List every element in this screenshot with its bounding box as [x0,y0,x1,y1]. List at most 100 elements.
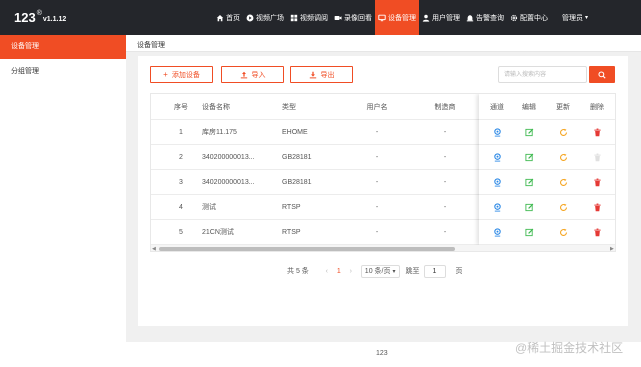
add-device-label: 添加设备 [171,71,200,79]
edit-button[interactable] [517,220,541,244]
channel-button[interactable] [485,220,509,244]
delete-button [585,145,609,169]
nav-item-alarm-query[interactable]: 告警查询 [463,0,507,35]
delete-button[interactable] [585,195,609,219]
update-button[interactable] [551,220,575,244]
cell-type: GB28181 [282,178,312,186]
edit-icon [524,153,533,161]
cell-name: 测试 [202,204,216,211]
update-button[interactable] [551,120,575,144]
cell-manufacturer: - [443,228,447,236]
col-edit-header: 编辑 [522,103,536,111]
col-username-header: 用户名 [366,103,388,111]
nav-item-video-square[interactable]: 视频广场 [243,0,287,35]
cell-manufacturer: - [443,203,447,211]
camera-icon [334,15,342,20]
plus-icon: + [163,69,168,79]
sidebar: 设备管理 分组管理 [0,35,126,367]
add-device-button[interactable]: + 添加设备 [150,66,213,83]
ops-row [479,170,615,195]
page-title: 设备管理 [137,42,165,49]
edit-button[interactable] [517,195,541,219]
export-label: 导出 [320,71,335,79]
refresh-icon [559,228,567,236]
nav-item-user-management[interactable]: 用户管理 [419,0,463,35]
cell-type: EHOME [282,128,308,136]
edit-icon [524,178,533,186]
cell-username: - [375,228,379,236]
channel-button[interactable] [485,120,509,144]
jump-page-input[interactable] [423,264,446,278]
edit-button[interactable] [517,145,541,169]
refresh-icon [559,178,567,186]
update-button[interactable] [551,195,575,219]
cell-username: - [375,128,379,136]
update-button[interactable] [551,145,575,169]
search-input[interactable] [498,66,587,83]
device-list-card: + 添加设备 导入 导出 序号 设备名称 类型 用户名 制造商 1库房11.17… [138,56,628,326]
sidebar-item-group-management[interactable]: 分组管理 [0,60,126,84]
cell-username: - [375,178,379,186]
footer-text: 123 [376,350,388,357]
device-icon [378,14,386,21]
breadcrumb: 设备管理 [126,35,641,52]
edit-icon [524,228,533,236]
edit-button[interactable] [517,170,541,194]
page-number[interactable]: 1 [333,268,345,275]
channel-button[interactable] [485,195,509,219]
cell-manufacturer: - [443,178,447,186]
page-size-select[interactable]: 10 条/页 ▾ [360,264,400,278]
app-logo[interactable]: 123 ® v1.1.12 [14,9,66,27]
ops-row [479,120,615,145]
edit-icon [524,203,533,211]
alarm-icon [466,14,474,21]
col-channel-header: 通道 [490,103,504,111]
nav-item-playback[interactable]: 录像回看 [331,0,375,35]
horizontal-scrollbar[interactable]: ◀ ▶ [151,245,615,251]
trash-icon [593,153,601,161]
scroll-thumb[interactable] [159,247,455,251]
col-type-header: 类型 [282,103,296,111]
page-unit-label: 页 [455,268,463,275]
scroll-right-icon[interactable]: ▶ [610,246,614,251]
nav-item-config-center[interactable]: 配置中心 [507,0,551,35]
cell-manufacturer: - [443,128,447,136]
location-icon [493,127,501,137]
delete-button[interactable] [585,220,609,244]
location-icon [493,177,501,187]
nav-item-video-browse[interactable]: 视频调阅 [287,0,331,35]
channel-button[interactable] [485,145,509,169]
update-button[interactable] [551,170,575,194]
prev-page-icon[interactable]: ‹ [321,268,333,275]
jump-label: 跳至 [405,268,420,275]
delete-button[interactable] [585,170,609,194]
ops-row [479,195,615,220]
nav-label: 视频调阅 [300,14,328,22]
export-button[interactable]: 导出 [290,66,353,83]
sidebar-item-device-management[interactable]: 设备管理 [0,35,126,59]
edit-button[interactable] [517,120,541,144]
user-menu[interactable]: 管理员 ▾ [559,0,591,35]
nav-item-home[interactable]: 首页 [213,0,243,35]
main-nav: 首页 视频广场 视频调阅 录像回看 设备管理 用户管理 告警查询 配置中心 管理… [213,0,591,35]
gear-icon [510,14,518,21]
delete-button[interactable] [585,120,609,144]
search-button[interactable] [589,66,615,83]
col-name-header: 设备名称 [202,103,230,111]
nav-label: 配置中心 [520,14,548,22]
channel-button[interactable] [485,170,509,194]
registered-mark: ® [36,10,42,17]
import-button[interactable]: 导入 [221,66,284,83]
next-page-icon[interactable]: › [345,268,357,275]
cell-name: 21CN测试 [202,229,234,236]
ops-row [479,220,615,245]
ops-header: 通道 编辑 更新 删除 [479,94,615,120]
top-bar: 123 ® v1.1.12 首页 视频广场 视频调阅 录像回看 设备管理 用户管… [0,0,641,35]
location-icon [493,227,501,237]
nav-item-device-management[interactable]: 设备管理 [375,0,419,35]
user-icon [422,14,430,22]
nav-label: 首页 [226,14,240,22]
location-icon [493,202,501,212]
video-square-icon [246,14,254,21]
scroll-left-icon[interactable]: ◀ [152,246,156,251]
